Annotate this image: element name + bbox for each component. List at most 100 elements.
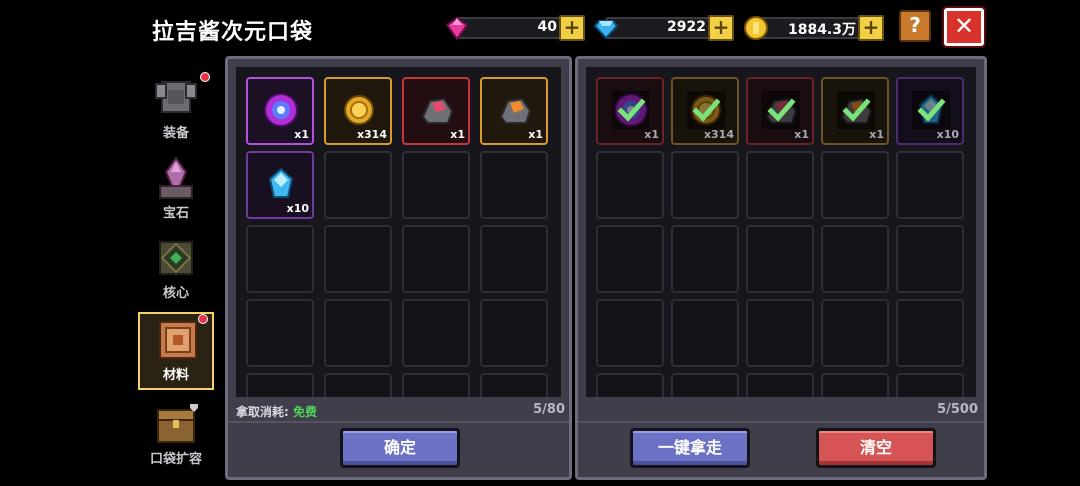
item-count: x1: [294, 128, 309, 141]
empty-slot[interactable]: [896, 373, 964, 397]
item-count: x1: [644, 128, 659, 141]
sidebar-item-label: 核心: [162, 286, 189, 301]
sidebar-item-label: 材料: [162, 368, 189, 383]
armor-icon: [155, 81, 197, 113]
empty-slot[interactable]: [896, 299, 964, 367]
empty-slot[interactable]: [671, 299, 739, 367]
empty-slot[interactable]: [402, 299, 470, 367]
sidebar-item-materials[interactable]: 材料: [138, 312, 214, 390]
empty-slot[interactable]: [596, 373, 664, 397]
materials-book-icon: [159, 321, 197, 359]
item-slot[interactable]: x1: [596, 77, 664, 145]
item-slot[interactable]: x314: [671, 77, 739, 145]
empty-slot[interactable]: [324, 373, 392, 397]
blue-diamond-icon: [593, 20, 619, 40]
item-slot[interactable]: x1: [246, 77, 314, 145]
gem-altar-icon: [159, 156, 193, 199]
clear-button[interactable]: 清空: [816, 428, 936, 468]
blue-crystal-icon: [268, 167, 294, 198]
sidebar-item-core[interactable]: 核心: [138, 232, 214, 310]
add-diamonds-button[interactable]: +: [708, 15, 734, 41]
empty-slot[interactable]: [896, 225, 964, 293]
empty-slot[interactable]: [480, 151, 548, 219]
empty-slot[interactable]: [671, 225, 739, 293]
cost-label: 拿取消耗:: [236, 405, 289, 419]
item-count: x314: [703, 128, 734, 141]
item-slot[interactable]: x314: [324, 77, 392, 145]
empty-slot[interactable]: [324, 299, 392, 367]
pocket-panel: x1 x314 x1 x1 x10 拿取消耗: 免费 5/80 确定: [225, 56, 572, 480]
empty-slot[interactable]: [671, 373, 739, 397]
gold-coin-icon: [344, 95, 374, 125]
coin-count: 1884.3万: [787, 22, 856, 38]
item-slot[interactable]: x1: [402, 77, 470, 145]
empty-slot[interactable]: [896, 151, 964, 219]
blue-crystal-icon: [912, 91, 950, 129]
core-icon: [159, 241, 193, 275]
purple-orb-icon: [264, 93, 298, 127]
gold-coin-icon: [687, 91, 725, 129]
item-slot[interactable]: x10: [246, 151, 314, 219]
empty-slot[interactable]: [746, 151, 814, 219]
item-count: x1: [528, 128, 543, 141]
confirm-button[interactable]: 确定: [340, 428, 460, 468]
empty-slot[interactable]: [324, 225, 392, 293]
red-ore-icon: [421, 97, 454, 124]
pocket-grid[interactable]: x1 x314 x1 x1 x10: [236, 67, 561, 397]
add-gems-button[interactable]: +: [559, 15, 585, 41]
item-slot[interactable]: x1: [821, 77, 889, 145]
empty-slot[interactable]: [324, 151, 392, 219]
item-slot[interactable]: x1: [746, 77, 814, 145]
pink-gem-icon: [445, 16, 469, 41]
gold-coin-icon: [744, 16, 768, 40]
empty-slot[interactable]: [246, 373, 314, 397]
empty-slot[interactable]: [480, 225, 548, 293]
empty-slot[interactable]: [596, 151, 664, 219]
red-ore-icon: [762, 91, 800, 129]
empty-slot[interactable]: [671, 151, 739, 219]
item-slot[interactable]: x1: [480, 77, 548, 145]
sidebar-item-gems[interactable]: 宝石: [138, 152, 214, 230]
empty-slot[interactable]: [821, 373, 889, 397]
notification-dot: [198, 314, 208, 324]
notification-dot: [200, 72, 210, 82]
add-coins-button[interactable]: +: [858, 15, 884, 41]
help-button[interactable]: ?: [899, 10, 931, 42]
empty-slot[interactable]: [596, 299, 664, 367]
gem-counter: 40 +: [444, 14, 585, 42]
item-count: x1: [869, 128, 884, 141]
empty-slot[interactable]: [402, 225, 470, 293]
take-all-button[interactable]: 一键拿走: [630, 428, 750, 468]
empty-slot[interactable]: [596, 225, 664, 293]
empty-slot[interactable]: [746, 299, 814, 367]
sidebar-item-label: 装备: [162, 126, 189, 141]
cost-line: 拿取消耗: 免费: [236, 403, 317, 420]
empty-slot[interactable]: [821, 151, 889, 219]
selected-grid[interactable]: x1 x314 x1 x1 x10: [586, 67, 976, 397]
chest-icon: [157, 404, 198, 443]
empty-slot[interactable]: [246, 225, 314, 293]
empty-slot[interactable]: [480, 373, 548, 397]
orange-ore-icon: [499, 97, 532, 124]
diamond-counter: 2922 +: [593, 14, 734, 42]
sidebar-item-label: 宝石: [162, 206, 189, 221]
orange-ore-icon: [837, 91, 875, 129]
empty-slot[interactable]: [746, 373, 814, 397]
empty-slot[interactable]: [746, 225, 814, 293]
empty-slot[interactable]: [821, 299, 889, 367]
item-slot[interactable]: x10: [896, 77, 964, 145]
close-button[interactable]: ✕: [944, 8, 984, 46]
sidebar-item-equipment[interactable]: 装备: [138, 72, 214, 150]
empty-slot[interactable]: [402, 373, 470, 397]
empty-slot[interactable]: [402, 151, 470, 219]
empty-slot[interactable]: [246, 299, 314, 367]
gem-count: 40: [537, 19, 557, 35]
item-count: x1: [794, 128, 809, 141]
page-title: 拉吉酱次元口袋: [152, 20, 314, 45]
empty-slot[interactable]: [821, 225, 889, 293]
empty-slot[interactable]: [480, 299, 548, 367]
diamond-count: 2922: [667, 19, 706, 35]
sidebar-item-expand-pocket[interactable]: 口袋扩容: [138, 398, 214, 476]
sidebar-item-label: 口袋扩容: [149, 452, 202, 467]
cost-value: 免费: [293, 405, 318, 419]
